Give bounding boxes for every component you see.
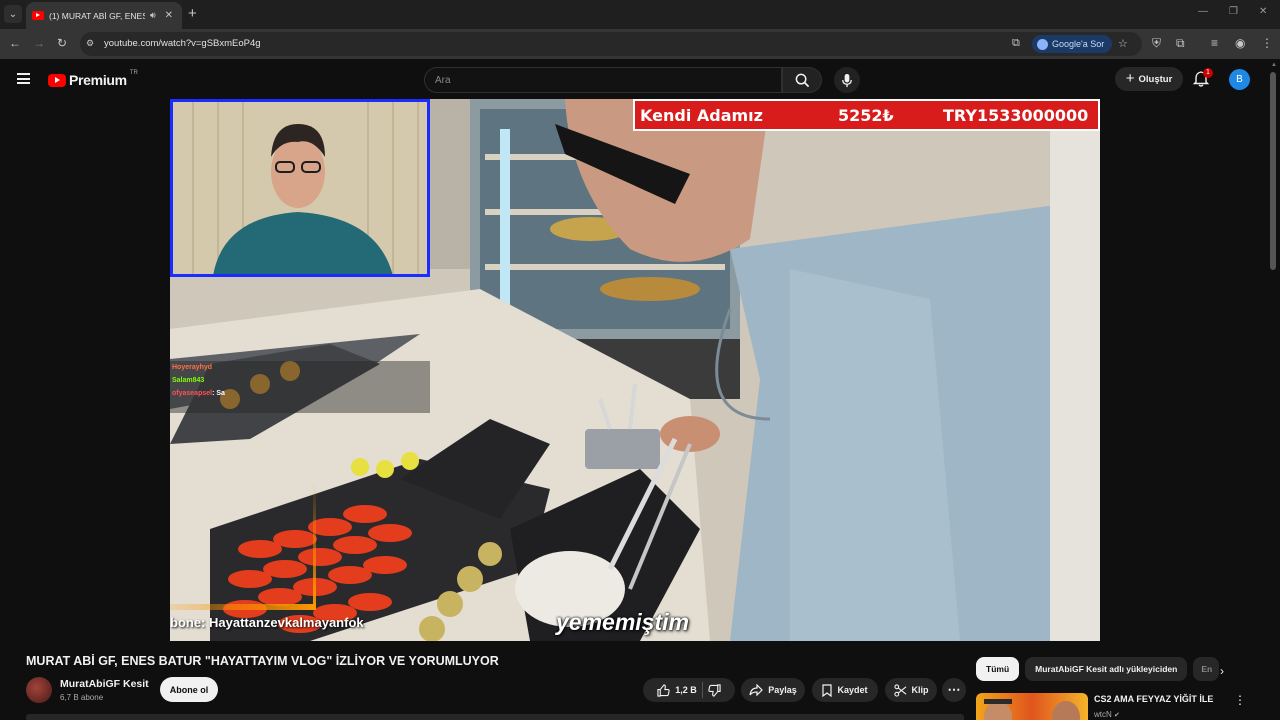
google-sor-label: Google'a Sor [1052, 39, 1105, 49]
chip-partial[interactable]: En [1193, 657, 1220, 681]
search-placeholder: Ara [435, 75, 451, 86]
clip-label: Klip [911, 685, 929, 695]
reload-icon[interactable]: ↻ [57, 36, 67, 50]
recommended-more-icon[interactable]: ⋮ [1234, 693, 1246, 707]
webcam-overlay [170, 99, 430, 277]
create-label: Oluştur [1138, 73, 1173, 85]
browser-toolbar: ← → ↻ ⚙︎ youtube.com/watch?v=gSBxmEoP4g … [0, 29, 1280, 59]
close-window-icon[interactable]: ✕ [1259, 6, 1267, 17]
scroll-up-arrow-icon[interactable]: ▲ [1271, 62, 1277, 68]
site-info-icon[interactable]: ⚙︎ [86, 38, 98, 50]
subscribe-button[interactable]: Abone ol [160, 677, 218, 702]
bookmark-icon [822, 683, 833, 697]
chat-line: Hoyerayhyd [172, 364, 213, 371]
page-scrollbar[interactable] [1270, 72, 1276, 270]
video-player[interactable]: Kendi Adamız 5252₺ TRY1533000000 Hoyeray… [170, 99, 1100, 641]
channel-name[interactable]: MuratAbiGF Kesit [60, 678, 149, 690]
plus-icon: + [1125, 70, 1135, 87]
filter-chips: Tümü MuratAbiGF Kesit adlı yükleyiciden … [976, 657, 1220, 681]
chip-all[interactable]: Tümü [976, 657, 1020, 681]
browser-menu-icon[interactable]: ⋮ [1261, 36, 1273, 50]
share-arrow-icon [749, 684, 764, 696]
install-app-icon[interactable]: ⧉ [1012, 37, 1020, 50]
close-tab-icon[interactable]: ✕ [165, 10, 173, 21]
tab-title: (1) MURAT ABİ GF, ENES BA [49, 10, 145, 21]
chevron-right-icon[interactable]: › [1220, 664, 1224, 678]
create-button[interactable]: + Oluştur [1115, 67, 1183, 91]
subscriber-count: 6,7 B abone [60, 693, 104, 702]
stream-chat-overlay: Hoyerayhyd Salam843 ofyaseapsel: Sa [170, 361, 430, 413]
scissors-icon [893, 683, 906, 697]
channel-avatar[interactable] [26, 677, 52, 703]
extensions-puzzle-icon[interactable]: ⧉ [1176, 36, 1185, 51]
youtube-favicon-icon [32, 11, 44, 20]
video-subtitle: yememiştim [556, 609, 689, 635]
description-box-edge[interactable] [26, 714, 964, 720]
logo-text: Premium [69, 72, 127, 88]
search-icon [795, 73, 809, 87]
minimize-icon[interactable]: — [1198, 6, 1208, 17]
restore-icon[interactable]: ❐ [1229, 6, 1238, 17]
forward-icon[interactable]: → [33, 36, 45, 50]
chat-line [170, 400, 430, 413]
like-button[interactable]: 1,2 B [657, 683, 697, 697]
save-button[interactable]: Kaydet [812, 678, 878, 702]
browser-tab-strip: ⌄ (1) MURAT ABİ GF, ENES BA 🔊︎ ✕ + — ❐ ✕ [0, 0, 1280, 29]
chip-from-uploader[interactable]: MuratAbiGF Kesit adlı yükleyiciden [1025, 657, 1188, 681]
share-button[interactable]: Paylaş [741, 678, 805, 702]
banner-amount: 5252₺ [838, 105, 894, 125]
youtube-play-icon [48, 73, 66, 87]
country-code: TR [129, 70, 138, 76]
donation-banner: Kendi Adamız 5252₺ TRY1533000000 [633, 99, 1100, 131]
new-tab-icon[interactable]: + [188, 5, 197, 23]
url-text: youtube.com/watch?v=gSBxmEoP4g [104, 38, 261, 49]
google-lens-icon [1037, 38, 1048, 50]
share-label: Paylaş [768, 685, 797, 695]
google-sor-button[interactable]: Google'a Sor [1032, 35, 1113, 53]
account-avatar[interactable]: B [1229, 69, 1250, 90]
notification-badge: 1 [1203, 68, 1213, 78]
thumbs-up-icon [657, 683, 670, 697]
bookmark-star-icon[interactable]: ☆ [1118, 37, 1128, 50]
search-input[interactable]: Ara [424, 67, 782, 93]
speaker-icon[interactable]: 🔊︎ [150, 10, 156, 21]
subscriber-alert-text: bone: Hayattanzevkalmayanfok [170, 615, 364, 630]
verified-icon: ✔︎ [1114, 712, 1120, 719]
subscriber-alert-glow [170, 604, 315, 610]
back-icon[interactable]: ← [9, 36, 21, 50]
chat-line: ofyaseapsel: Sa [172, 390, 225, 397]
recommended-video-thumbnail[interactable] [976, 693, 1088, 720]
tab-search-chevron-icon[interactable]: ⌄ [4, 5, 22, 23]
microphone-icon [842, 73, 852, 87]
youtube-premium-logo[interactable]: Premium TR [48, 70, 138, 88]
youtube-header: Premium TR Ara + Oluştur 1 B [0, 59, 1280, 99]
address-bar[interactable]: ⚙︎ youtube.com/watch?v=gSBxmEoP4g ⧉ Goog… [80, 32, 1142, 56]
thumbnail-image [984, 699, 1080, 720]
clip-button[interactable]: Klip [885, 678, 937, 702]
shield-extension-icon[interactable]: ⛨ [1152, 36, 1161, 51]
like-count: 1,2 B [675, 685, 697, 695]
streamer-webcam-image [173, 102, 427, 274]
recommended-video-channel: wtcN ✔︎ [1094, 710, 1120, 719]
recommended-video-title[interactable]: CS2 AMA FEYYAZ YİĞİT İLE [1094, 694, 1213, 704]
like-dislike-group: 1,2 B [643, 678, 735, 702]
banner-total: TRY1533000000 [943, 105, 1089, 125]
more-actions-icon[interactable]: ⋯ [942, 678, 966, 702]
search-button[interactable] [782, 67, 822, 93]
voice-search-button[interactable] [834, 67, 860, 93]
banner-name: Kendi Adamız [640, 105, 763, 125]
profile-icon[interactable]: ◉ [1235, 36, 1245, 50]
thumbs-down-icon[interactable] [708, 683, 721, 697]
hamburger-menu-icon[interactable] [17, 73, 30, 84]
chat-line: Salam843 [172, 377, 205, 384]
save-label: Kaydet [837, 685, 868, 695]
browser-tab[interactable]: (1) MURAT ABİ GF, ENES BA 🔊︎ ✕ [26, 2, 182, 29]
video-title: MURAT ABİ GF, ENES BATUR "HAYATTAYIM VLO… [26, 654, 499, 668]
subscriber-alert-bar [313, 482, 316, 610]
like-divider [701, 682, 703, 698]
media-control-icon[interactable]: ≡ [1211, 36, 1218, 50]
